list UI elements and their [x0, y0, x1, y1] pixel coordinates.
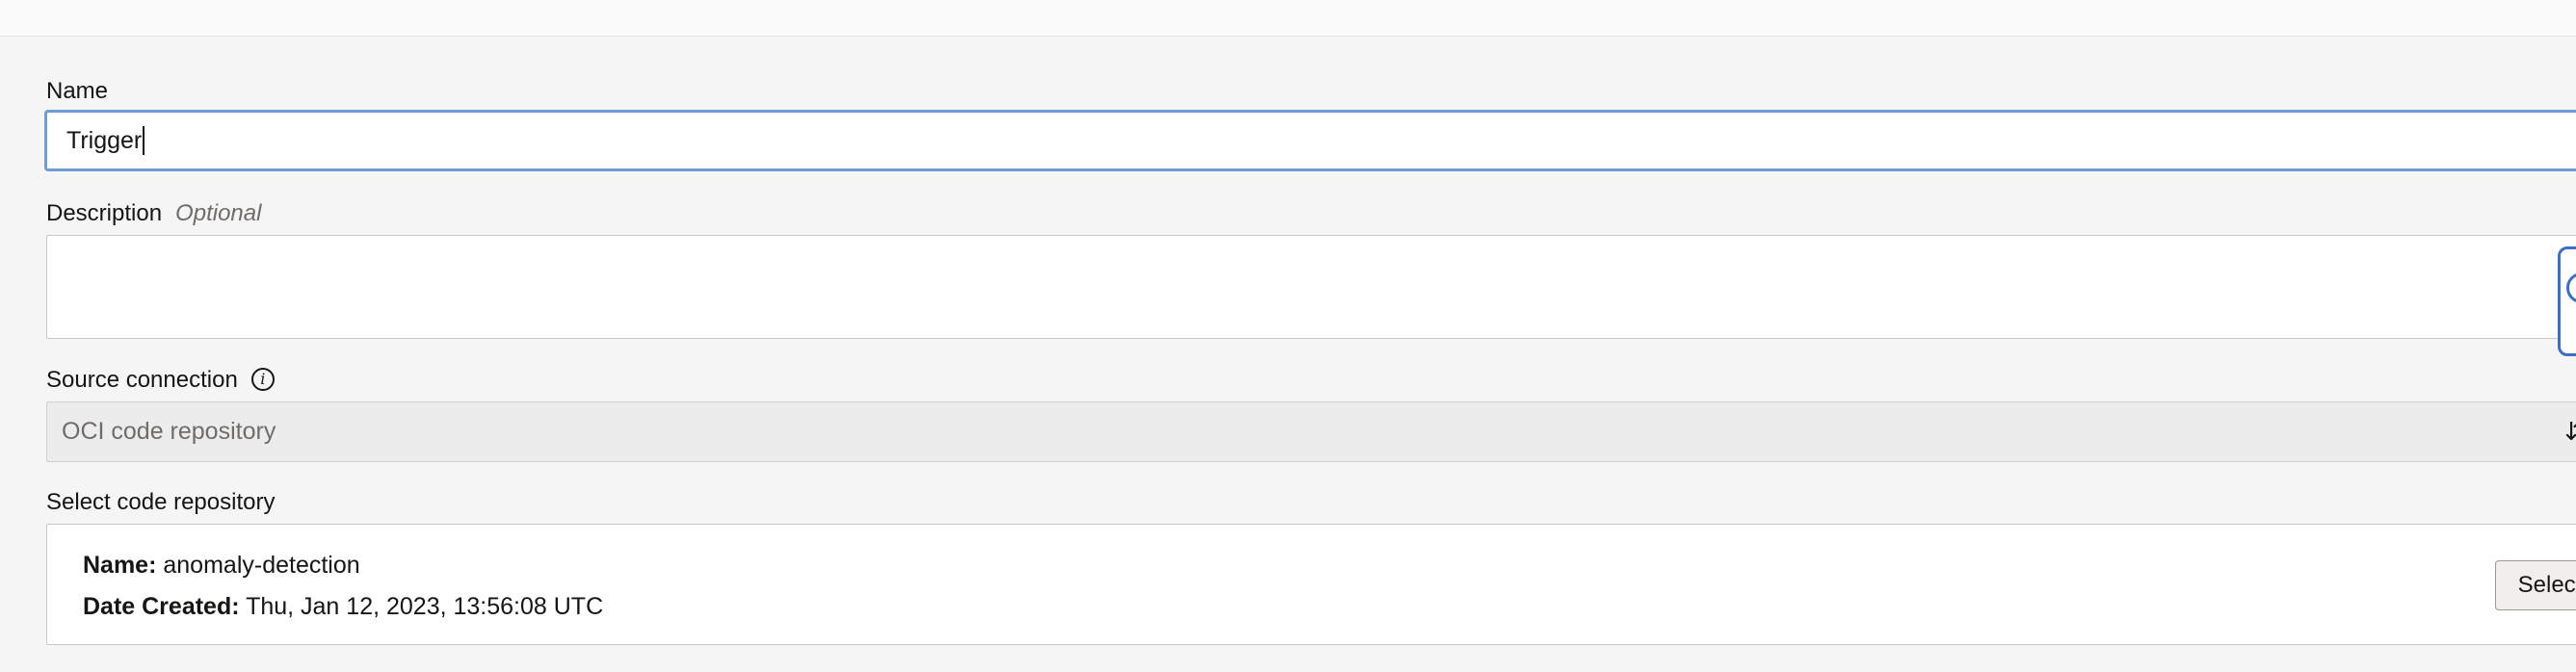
source-connection-value: OCI code repository [62, 418, 276, 445]
help-float-icon [2566, 272, 2576, 303]
name-input[interactable]: Trigger [44, 110, 2576, 171]
repo-name-key: Name: [83, 552, 157, 579]
repo-date-key: Date Created: [83, 593, 240, 620]
help-float-button[interactable] [2558, 246, 2576, 356]
optional-tag: Optional [175, 200, 262, 226]
info-icon[interactable]: i [250, 367, 275, 391]
code-repository-card: Name: anomaly-detection Date Created: Th… [46, 524, 2576, 645]
name-label: Name [46, 78, 109, 104]
repo-name-row: Name: anomaly-detection [83, 551, 360, 580]
repo-date-row: Date Created: Thu, Jan 12, 2023, 13:56:0… [83, 592, 603, 621]
repo-date-value: Thu, Jan 12, 2023, 13:56:08 UTC [246, 593, 604, 620]
description-label: Description Optional [46, 200, 261, 227]
name-input-value: Trigger [66, 126, 143, 154]
repo-name-value: anomaly-detection [163, 552, 360, 579]
code-repository-label: Select code repository [46, 489, 276, 515]
source-connection-select[interactable]: OCI code repository [46, 401, 2576, 462]
select-repository-button[interactable]: Select [2495, 560, 2576, 610]
top-header-strip [0, 0, 2576, 37]
source-connection-label-text: Source connection [46, 367, 238, 393]
description-textarea[interactable] [46, 235, 2576, 339]
description-label-text: Description [46, 200, 163, 226]
select-updown-icon: ⇵ [2564, 417, 2576, 446]
text-caret [143, 126, 145, 155]
source-connection-label: Source connection i [46, 367, 275, 394]
